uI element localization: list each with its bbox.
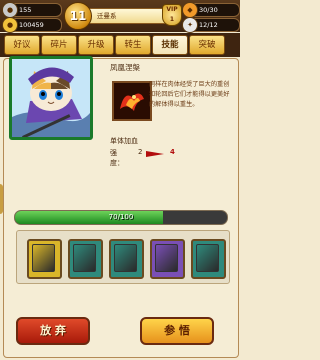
skill-description: 同样在肉体经受了巨大的重创和轮回后它们才能得以更美好的解体得以重生。 bbox=[149, 81, 230, 108]
skill-book-slot-1[interactable] bbox=[27, 239, 62, 279]
player-level-badge: 11 bbox=[64, 2, 92, 30]
skill-type: 单体加血 bbox=[110, 137, 138, 145]
stamina-counter: ◆ 30/30 bbox=[182, 2, 240, 18]
tab-3[interactable]: 转生 bbox=[115, 35, 151, 55]
character-portrait bbox=[9, 56, 93, 140]
stamina-icon: ◆ bbox=[182, 2, 198, 18]
silver-counter: ● 155 bbox=[2, 2, 62, 18]
skill-book-icon bbox=[32, 244, 55, 272]
tab-0-label: 好议 bbox=[13, 40, 31, 50]
energy-icon: ✦ bbox=[182, 17, 198, 33]
tab-5[interactable]: 突破 bbox=[189, 35, 225, 55]
skill-book-icon bbox=[114, 244, 137, 272]
tab-1-label: 碎片 bbox=[50, 40, 68, 50]
gold-value: 100459 bbox=[19, 21, 44, 29]
gold-coin-icon: ● bbox=[2, 17, 18, 33]
tab-1[interactable]: 碎片 bbox=[41, 35, 77, 55]
tab-5-label: 突破 bbox=[198, 40, 216, 50]
tab-4-label: 技能 bbox=[161, 40, 179, 50]
tab-bar: 好议 碎片 升级 转生 技能 突破 bbox=[0, 33, 240, 57]
skill-book-icon bbox=[155, 244, 178, 272]
tab-0[interactable]: 好议 bbox=[4, 35, 40, 55]
silver-coin-icon: ● bbox=[2, 2, 18, 18]
skill-book-icon bbox=[196, 244, 219, 272]
skill-name: 凤凰涅槃 bbox=[110, 63, 140, 72]
energy-counter: ✦ 12/12 bbox=[182, 17, 240, 33]
abandon-button[interactable]: 放 弃 bbox=[16, 317, 90, 345]
tab-2[interactable]: 升级 bbox=[78, 35, 114, 55]
top-hud: ● 155 ● 100459 迁曼系 11 VIP 1 ◆ 30/30 ✦ 12/… bbox=[0, 0, 240, 33]
tab-2-label: 升级 bbox=[87, 40, 105, 50]
phoenix-skill-icon bbox=[112, 81, 152, 121]
skill-level-current: 2 bbox=[138, 148, 143, 156]
player-name-bar: 迁曼系 bbox=[86, 8, 168, 24]
player-level-bar[interactable]: 迁曼系 11 VIP 1 bbox=[64, 2, 182, 30]
tab-4[interactable]: 技能 bbox=[152, 35, 188, 55]
tab-3-label: 转生 bbox=[124, 40, 142, 50]
skill-level-next: 4 bbox=[170, 148, 175, 156]
vip-badge[interactable]: VIP 1 bbox=[162, 4, 182, 26]
gold-counter: ● 100459 bbox=[2, 17, 62, 33]
skill-book-slot-3[interactable] bbox=[109, 239, 144, 279]
skill-book-slot-2[interactable] bbox=[68, 239, 103, 279]
comprehend-button[interactable]: 参 悟 bbox=[140, 317, 214, 345]
arrow-right-icon bbox=[146, 151, 164, 157]
stamina-value: 30/30 bbox=[199, 6, 218, 14]
skill-book-icon bbox=[73, 244, 96, 272]
energy-value: 12/12 bbox=[199, 21, 218, 29]
skill-level-label: 强度： bbox=[110, 149, 124, 167]
vip-level: 1 bbox=[169, 16, 175, 23]
skill-book-slot-4[interactable] bbox=[150, 239, 185, 279]
skill-book-slot-5[interactable] bbox=[191, 239, 226, 279]
skill-exp-bar: 70/100 bbox=[14, 210, 228, 225]
silver-value: 155 bbox=[19, 6, 32, 14]
player-name: 迁曼系 bbox=[97, 12, 117, 20]
skill-book-slots bbox=[16, 230, 230, 284]
skill-exp-text: 70/100 bbox=[108, 213, 134, 221]
